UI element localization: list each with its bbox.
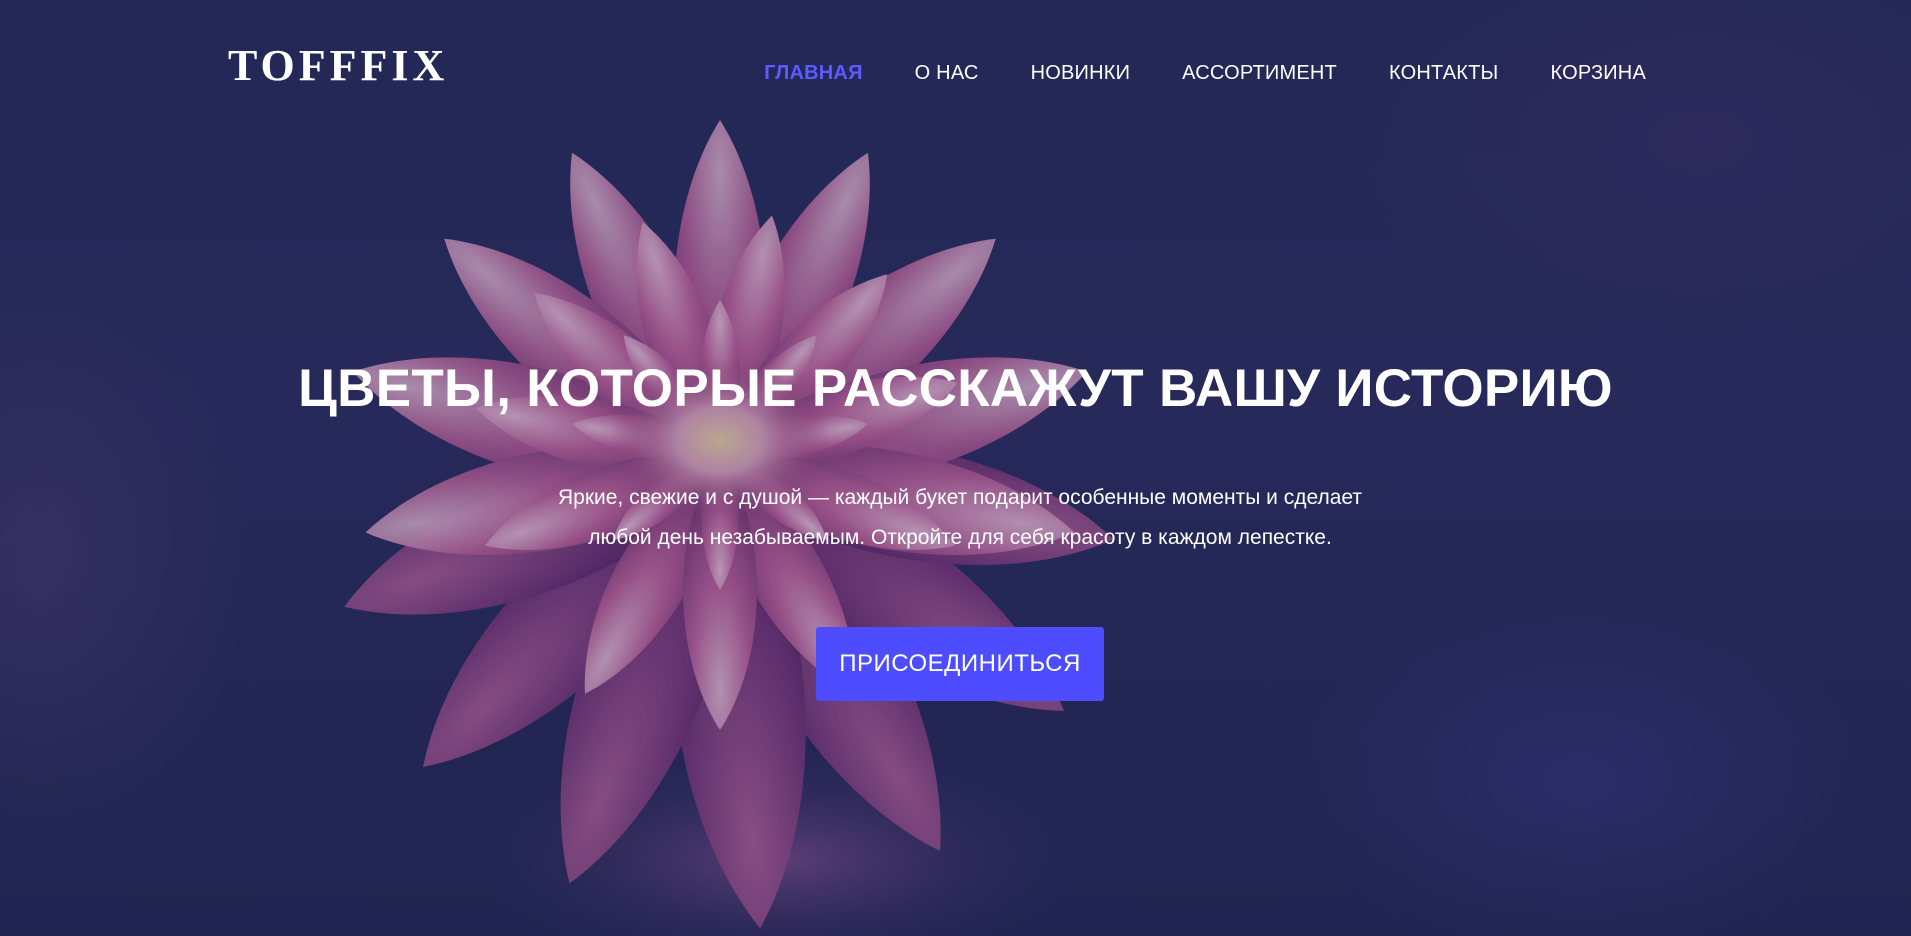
nav-link-contacts[interactable]: КОНТАКТЫ: [1389, 62, 1499, 84]
site-logo[interactable]: TOFFFIX: [228, 44, 448, 88]
hero-title: ЦВЕТЫ, КОТОРЫЕ РАССКАЖУТ ВАШУ ИСТОРИЮ: [298, 359, 1613, 418]
nav-item-about: О НАС: [915, 62, 979, 85]
nav-link-new[interactable]: НОВИНКИ: [1031, 62, 1131, 84]
main-menu: ГЛАВНАЯ О НАС НОВИНКИ АССОРТИМЕНТ КОНТАК…: [764, 62, 1646, 85]
hero-subtitle: Яркие, свежие и с душой — каждый букет п…: [520, 478, 1400, 558]
nav-link-catalog[interactable]: АССОРТИМЕНТ: [1182, 62, 1337, 84]
nav-item-contacts: КОНТАКТЫ: [1389, 62, 1499, 85]
hero-section: TOFFFIX ГЛАВНАЯ О НАС НОВИНКИ АССОРТИМЕН…: [0, 0, 1911, 936]
hero-subtitle-line-2: любой день незабываемым. Откройте для се…: [588, 526, 1332, 549]
join-button[interactable]: ПРИСОЕДИНИТЬСЯ: [816, 627, 1104, 701]
hero-subtitle-line-1: Яркие, свежие и с душой — каждый букет п…: [557, 486, 1363, 509]
nav-item-catalog: АССОРТИМЕНТ: [1182, 62, 1337, 85]
top-navigation: TOFFFIX ГЛАВНАЯ О НАС НОВИНКИ АССОРТИМЕН…: [0, 0, 1911, 140]
nav-link-home[interactable]: ГЛАВНАЯ: [764, 62, 862, 84]
nav-link-cart[interactable]: КОРЗИНА: [1550, 62, 1646, 84]
hero-overlay: [0, 0, 1911, 936]
nav-item-cart: КОРЗИНА: [1550, 62, 1646, 85]
nav-item-new: НОВИНКИ: [1031, 62, 1131, 85]
nav-link-about[interactable]: О НАС: [915, 62, 979, 84]
nav-item-home: ГЛАВНАЯ: [764, 62, 862, 85]
